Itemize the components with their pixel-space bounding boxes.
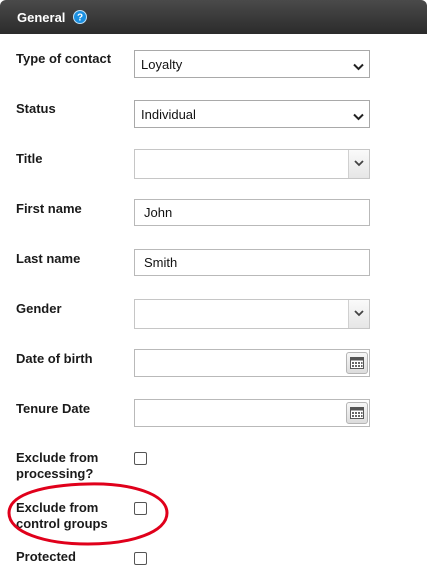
type-of-contact-label: Type of contact bbox=[16, 51, 112, 66]
exclude-processing-label-line1: Exclude from bbox=[16, 450, 99, 465]
calendar-icon[interactable] bbox=[346, 352, 368, 374]
protected-checkbox[interactable] bbox=[134, 552, 147, 565]
type-of-contact-value: Loyalty bbox=[141, 57, 183, 72]
chevron-down-icon bbox=[353, 59, 364, 74]
status-select[interactable]: Individual bbox=[134, 100, 370, 128]
exclude-control-label-line1: Exclude from bbox=[16, 500, 99, 515]
exclude-processing-label-line2: processing? bbox=[16, 466, 94, 481]
title-label: Title bbox=[16, 151, 43, 166]
date-of-birth-label: Date of birth bbox=[16, 351, 93, 366]
first-name-input[interactable] bbox=[134, 199, 370, 226]
panel-title: General bbox=[17, 10, 66, 25]
tenure-date-input[interactable] bbox=[134, 399, 370, 427]
chevron-down-icon bbox=[353, 109, 364, 124]
gender-label: Gender bbox=[16, 301, 62, 316]
gender-select[interactable] bbox=[134, 299, 370, 329]
date-of-birth-input[interactable] bbox=[134, 349, 370, 377]
first-name-label: First name bbox=[16, 201, 82, 216]
exclude-processing-label: Exclude from processing? bbox=[16, 450, 98, 482]
panel-header: General ? bbox=[0, 0, 427, 34]
title-dropdown-button[interactable] bbox=[348, 150, 369, 178]
status-label: Status bbox=[16, 101, 56, 116]
title-select[interactable] bbox=[134, 149, 370, 179]
last-name-label: Last name bbox=[16, 251, 81, 266]
exclude-control-checkbox[interactable] bbox=[134, 502, 147, 515]
exclude-control-label-line2: control groups bbox=[16, 516, 108, 531]
status-value: Individual bbox=[141, 107, 196, 122]
calendar-icon[interactable] bbox=[346, 402, 368, 424]
gender-dropdown-button[interactable] bbox=[348, 300, 369, 328]
exclude-control-label: Exclude from control groups bbox=[16, 500, 108, 532]
type-of-contact-select[interactable]: Loyalty bbox=[134, 50, 370, 78]
exclude-processing-checkbox[interactable] bbox=[134, 452, 147, 465]
svg-text:?: ? bbox=[77, 13, 83, 24]
help-icon[interactable]: ? bbox=[73, 10, 87, 24]
tenure-date-label: Tenure Date bbox=[16, 401, 91, 416]
protected-label: Protected bbox=[16, 549, 76, 564]
last-name-input[interactable] bbox=[134, 249, 370, 276]
